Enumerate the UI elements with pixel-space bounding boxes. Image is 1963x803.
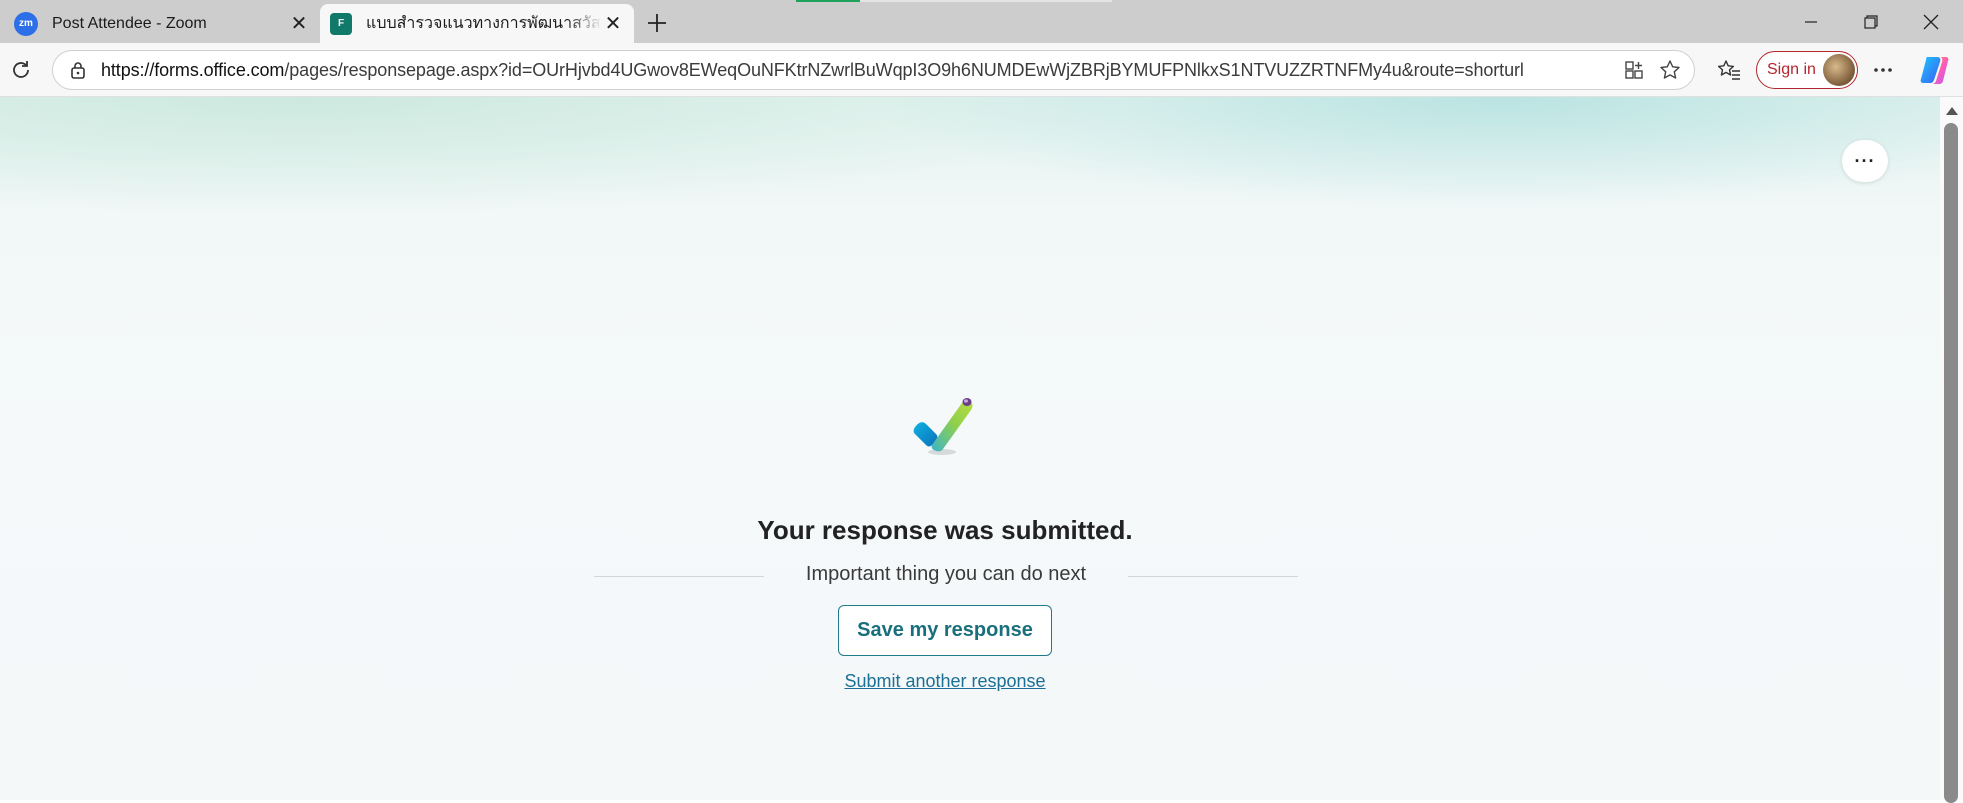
refresh-icon[interactable] <box>3 52 39 88</box>
save-my-response-button[interactable]: Save my response <box>838 605 1052 656</box>
address-bar[interactable]: https://forms.office.com/pages/responsep… <box>52 50 1695 90</box>
divider-line <box>1128 576 1298 577</box>
zoom-favicon-icon: zm <box>14 11 38 36</box>
submission-confirmation-heading: Your response was submitted. <box>757 515 1133 545</box>
restore-icon[interactable] <box>1841 0 1901 43</box>
minimize-icon[interactable] <box>1781 0 1841 43</box>
url-text[interactable]: https://forms.office.com/pages/responsep… <box>101 60 1616 81</box>
scroll-up-icon[interactable] <box>1946 107 1958 115</box>
page-loading-bar <box>796 0 1112 2</box>
next-steps-heading: Important thing you can do next <box>805 563 1087 585</box>
avatar <box>1823 54 1855 86</box>
tab-title: Post Attendee - Zoom <box>52 14 207 32</box>
lock-icon[interactable] <box>67 59 89 81</box>
copilot-icon[interactable] <box>1918 53 1952 87</box>
close-tab-icon[interactable]: ✕ <box>602 13 624 35</box>
close-window-icon[interactable] <box>1901 0 1961 43</box>
forms-favicon-icon: F <box>330 12 352 35</box>
close-tab-icon[interactable]: ✕ <box>288 13 310 35</box>
more-options-button[interactable]: ··· <box>1842 140 1888 182</box>
url-host: https://forms.office.com <box>101 59 285 80</box>
tab-title: แบบสำรวจแนวทางการพัฒนาสวัสดิการ <box>366 15 602 32</box>
tab-zoom[interactable]: zm Post Attendee - Zoom ✕ <box>4 4 320 43</box>
page-scrollbar[interactable] <box>1940 97 1963 803</box>
browser-toolbar: https://forms.office.com/pages/responsep… <box>0 43 1963 97</box>
favorites-icon[interactable] <box>1711 52 1747 88</box>
app-available-icon[interactable] <box>1616 52 1652 88</box>
sign-in-button[interactable]: Sign in <box>1756 51 1858 89</box>
submit-another-response-link: Submit another response <box>0 671 1890 692</box>
tab-forms[interactable]: F แบบสำรวจแนวทางการพัฒนาสวัสดิการ ✕ <box>320 4 634 43</box>
url-path: /pages/responsepage.aspx?id=OUrHjvbd4UGw… <box>284 59 1524 80</box>
sign-in-label: Sign in <box>1767 61 1816 78</box>
favorite-star-icon[interactable] <box>1652 52 1688 88</box>
scrollbar-thumb[interactable] <box>1944 123 1958 803</box>
tab-strip: zm Post Attendee - Zoom ✕ F แบบสำรวจแนวท… <box>0 0 1963 43</box>
next-steps-divider: Important thing you can do next <box>594 561 1298 591</box>
new-tab-icon[interactable] <box>640 6 674 40</box>
checkmark-icon <box>910 390 980 460</box>
submit-another-response-text[interactable]: Submit another response <box>844 671 1045 691</box>
forms-response-page: ··· Your response was submitted. Importa… <box>0 97 1940 800</box>
settings-more-icon[interactable] <box>1865 52 1901 88</box>
